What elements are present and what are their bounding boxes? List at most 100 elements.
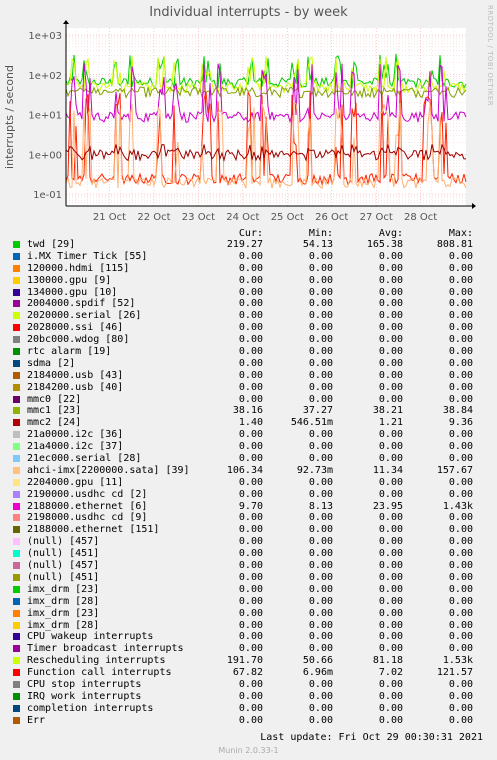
legend-name: ahci-imx[2200000.sata] [39] — [27, 464, 190, 476]
legend-swatch — [13, 300, 20, 308]
legend-row: IRQ work interrupts 0.00 0.00 0.00 0.00 — [0, 691, 497, 703]
legend-max: 0.00 — [448, 512, 473, 524]
legend-row: 2020000.serial [26] 0.00 0.00 0.00 0.00 — [0, 310, 497, 322]
legend-row: 120000.hdmi [115] 0.00 0.00 0.00 0.00 — [0, 263, 497, 275]
legend-cur: 0.00 — [238, 346, 263, 358]
legend-cur: 0.00 — [238, 678, 263, 690]
legend-max: 0.00 — [448, 453, 473, 465]
legend-cur: 0.00 — [238, 607, 263, 619]
legend-max: 0.00 — [448, 286, 473, 298]
legend-avg: 0.00 — [378, 310, 403, 322]
legend-row: ahci-imx[2200000.sata] [39] 106.34 92.73m 1… — [0, 465, 497, 477]
legend-cur: 0.00 — [238, 548, 263, 560]
y-ticks: 1e+03 1e+02 1e+01 1e+00 1e-01 — [28, 31, 62, 201]
legend-avg: 0.00 — [378, 298, 403, 310]
legend-avg: 0.00 — [378, 714, 403, 726]
legend-max: 0.00 — [448, 714, 473, 726]
x-tick-label: 21 Oct — [93, 212, 126, 223]
legend-row: (null) [451] 0.00 0.00 0.00 0.00 — [0, 572, 497, 584]
legend-min: 0.00 — [308, 631, 333, 643]
legend-row: 20bc000.wdog [80] 0.00 0.00 0.00 0.00 — [0, 334, 497, 346]
legend-avg: 0.00 — [378, 262, 403, 274]
legend-cur: 0.00 — [238, 512, 263, 524]
legend-cur: 106.34 — [226, 464, 263, 476]
legend-avg: 0.00 — [378, 441, 403, 453]
legend-avg: 7.02 — [378, 667, 403, 679]
chart-plot: 1e+03 1e+02 1e+01 1e+00 1e-01 21 Oct 22 Oct 23… — [3, 5, 494, 223]
legend-row: 130000.gpu [9] 0.00 0.00 0.00 0.00 — [0, 275, 497, 287]
legend-cur: 1.40 — [238, 417, 263, 429]
legend-cur: 0.00 — [238, 524, 263, 536]
legend-swatch — [13, 597, 20, 605]
legend-swatch — [13, 359, 20, 367]
legend-max: 0.00 — [448, 369, 473, 381]
legend-swatch — [13, 455, 20, 463]
legend-swatch — [13, 324, 20, 332]
legend-avg: 0.00 — [378, 357, 403, 369]
legend-cur: 0.00 — [238, 560, 263, 572]
legend-avg: 0.00 — [378, 286, 403, 298]
y-axis-arrow — [63, 20, 69, 24]
legend-name: i.MX Timer Tick [55] — [27, 250, 148, 262]
legend-name: imx_drm [23] — [27, 607, 100, 619]
legend-row: 2190000.usdhc cd [2] 0.00 0.00 0.00 0.00 — [0, 489, 497, 501]
legend-max: 0.00 — [448, 560, 473, 572]
x-tick-label: 28 Oct — [404, 212, 437, 223]
legend-max: 9.36 — [448, 417, 473, 429]
legend-max: 0.00 — [448, 393, 473, 405]
legend-row: (null) [457] 0.00 0.00 0.00 0.00 — [0, 536, 497, 548]
legend-cur: 0.00 — [238, 393, 263, 405]
legend-min: 0.00 — [308, 262, 333, 274]
legend-cur: 0.00 — [238, 298, 263, 310]
rrdtool-credit: RRDTOOL / TOBI OETIKER — [486, 5, 494, 106]
legend-name: (null) [457] — [27, 560, 100, 572]
legend-swatch — [13, 502, 20, 510]
legend-avg: 0.00 — [378, 524, 403, 536]
legend-row: sdma [2] 0.00 0.00 0.00 0.00 — [0, 358, 497, 370]
legend-row: Rescheduling interrupts 191.70 50.66 81.18 1… — [0, 655, 497, 667]
legend-cur: 0.00 — [238, 702, 263, 714]
legend-max: 0.00 — [448, 274, 473, 286]
legend-swatch — [13, 514, 20, 522]
legend-avg: 0.00 — [378, 334, 403, 346]
legend-cur: 0.00 — [238, 690, 263, 702]
legend-cur: 0.00 — [238, 429, 263, 441]
legend-name: 21ec000.serial [28] — [27, 453, 142, 465]
legend-min: 0.00 — [308, 274, 333, 286]
legend-name: imx_drm [28] — [27, 595, 100, 607]
legend-cur: 0.00 — [238, 441, 263, 453]
legend-min: 6.96m — [302, 667, 333, 679]
header-min: Min: — [308, 228, 333, 239]
legend-name: 20bc000.wdog [80] — [27, 334, 130, 346]
legend-max: 1.43k — [442, 500, 473, 512]
legend-row: mmc0 [22] 0.00 0.00 0.00 0.00 — [0, 394, 497, 406]
legend-avg: 0.00 — [378, 393, 403, 405]
legend-name: Err — [27, 714, 46, 726]
legend-cur: 0.00 — [238, 643, 263, 655]
legend-name: CPU wakeup interrupts — [27, 631, 154, 643]
legend-swatch — [13, 585, 20, 593]
legend-min: 0.00 — [308, 643, 333, 655]
legend-max: 808.81 — [436, 239, 473, 250]
legend-name: IRQ work interrupts — [27, 690, 142, 702]
legend-cur: 0.00 — [238, 274, 263, 286]
legend-avg: 0.00 — [378, 346, 403, 358]
legend-avg: 0.00 — [378, 595, 403, 607]
legend-avg: 165.38 — [366, 239, 403, 250]
legend-avg: 0.00 — [378, 429, 403, 441]
legend-name: Function call interrupts — [27, 667, 172, 679]
header-max: Max: — [448, 228, 473, 239]
y-tick-label: 1e-01 — [33, 190, 62, 201]
legend-cur: 0.00 — [238, 619, 263, 631]
legend-avg: 0.00 — [378, 250, 403, 262]
legend-name: 2028000.ssi [46] — [27, 322, 124, 334]
legend-min: 0.00 — [308, 512, 333, 524]
legend-min: 0.00 — [308, 595, 333, 607]
legend-min: 0.00 — [308, 536, 333, 548]
legend-swatch — [13, 609, 20, 617]
legend-swatch — [13, 395, 20, 403]
legend-cur: 0.00 — [238, 571, 263, 583]
legend-swatch — [13, 692, 20, 700]
legend-max: 0.00 — [448, 322, 473, 334]
legend-swatch — [13, 526, 20, 534]
